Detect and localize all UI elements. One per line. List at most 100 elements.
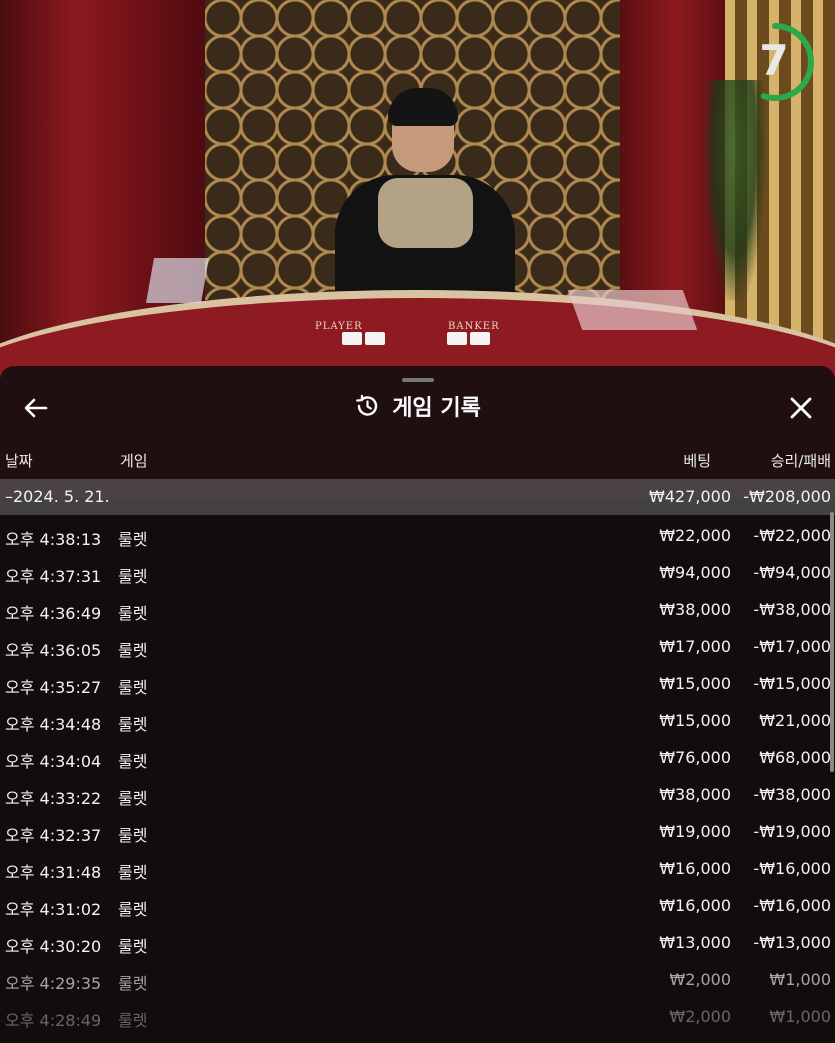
- close-button[interactable]: [785, 392, 817, 424]
- row-bet: ₩2,000: [669, 970, 731, 989]
- row-bet: ₩2,000: [669, 1007, 731, 1026]
- playing-card: [365, 332, 385, 345]
- betting-countdown: 7: [736, 18, 819, 106]
- row-winloss: -₩16,000: [753, 896, 831, 915]
- column-headers: 날짜 게임 베팅 승리/패배: [0, 450, 835, 472]
- row-winloss: -₩38,000: [753, 600, 831, 619]
- card-shoe: [146, 258, 209, 303]
- game-history-panel: 게임 기록 날짜 게임 베팅 승리/패배 –2024. 5. 21. ₩427,…: [0, 366, 835, 1043]
- history-row[interactable]: 오후 4:34:04 룰렛 ₩76,000 ₩68,000: [0, 740, 835, 777]
- playing-card: [447, 332, 467, 345]
- row-bet: ₩13,000: [659, 933, 731, 952]
- playing-card: [342, 332, 362, 345]
- playing-card: [470, 332, 490, 345]
- row-time: 오후 4:35:27: [5, 678, 102, 697]
- discard-tray: [567, 290, 698, 330]
- row-game: 룰렛: [118, 789, 148, 808]
- row-bet: ₩22,000: [659, 526, 731, 545]
- row-game: 룰렛: [118, 937, 148, 956]
- date-group-bet-total: ₩427,000: [649, 487, 731, 506]
- row-game: 룰렛: [118, 530, 148, 549]
- row-winloss: -₩15,000: [753, 674, 831, 693]
- history-row[interactable]: 오후 4:31:02 룰렛 ₩16,000 -₩16,000: [0, 888, 835, 925]
- row-bet: ₩19,000: [659, 822, 731, 841]
- row-winloss: ₩1,000: [769, 1007, 831, 1026]
- row-bet: ₩16,000: [659, 896, 731, 915]
- date-group-label: –2024. 5. 21.: [5, 487, 110, 506]
- row-game: 룰렛: [118, 715, 148, 734]
- row-bet: ₩38,000: [659, 600, 731, 619]
- row-time: 오후 4:37:31: [5, 567, 102, 586]
- row-bet: ₩17,000: [659, 637, 731, 656]
- history-row[interactable]: 오후 4:38:13 룰렛 ₩22,000 -₩22,000: [0, 518, 835, 555]
- dealer-vest: [378, 178, 473, 248]
- history-row[interactable]: 오후 4:36:49 룰렛 ₩38,000 -₩38,000: [0, 592, 835, 629]
- panel-title: 게임 기록: [392, 396, 481, 421]
- close-icon: [790, 397, 812, 419]
- row-time: 오후 4:28:49: [5, 1011, 102, 1030]
- row-game: 룰렛: [118, 900, 148, 919]
- row-bet: ₩76,000: [659, 748, 731, 767]
- row-winloss: -₩16,000: [753, 859, 831, 878]
- history-list[interactable]: –2024. 5. 21. ₩427,000 -₩208,000 오후 4:38…: [0, 479, 835, 1036]
- date-group-row[interactable]: –2024. 5. 21. ₩427,000 -₩208,000: [0, 479, 835, 515]
- row-winloss: -₩38,000: [753, 785, 831, 804]
- history-row[interactable]: 오후 4:29:35 룰렛 ₩2,000 ₩1,000: [0, 962, 835, 999]
- player-area-label: PLAYER: [315, 321, 363, 332]
- history-row[interactable]: 오후 4:36:05 룰렛 ₩17,000 -₩17,000: [0, 629, 835, 666]
- row-time: 오후 4:31:02: [5, 900, 102, 919]
- row-game: 룰렛: [118, 974, 148, 993]
- hanging-plant: [705, 80, 765, 300]
- row-time: 오후 4:38:13: [5, 530, 102, 549]
- row-time: 오후 4:36:49: [5, 604, 102, 623]
- row-game: 룰렛: [118, 1011, 148, 1030]
- row-bet: ₩94,000: [659, 563, 731, 582]
- history-icon: [356, 394, 378, 416]
- row-game: 룰렛: [118, 863, 148, 882]
- history-row[interactable]: 오후 4:32:37 룰렛 ₩19,000 -₩19,000: [0, 814, 835, 851]
- row-winloss: -₩19,000: [753, 822, 831, 841]
- history-row[interactable]: 오후 4:28:49 룰렛 ₩2,000 ₩1,000: [0, 999, 835, 1036]
- player-cards: [342, 332, 385, 345]
- scrollbar[interactable]: [830, 512, 834, 772]
- row-time: 오후 4:36:05: [5, 641, 102, 660]
- row-winloss: -₩22,000: [753, 526, 831, 545]
- row-bet: ₩15,000: [659, 711, 731, 730]
- history-row[interactable]: 오후 4:33:22 룰렛 ₩38,000 -₩38,000: [0, 777, 835, 814]
- row-time: 오후 4:34:04: [5, 752, 102, 771]
- history-row[interactable]: 오후 4:31:48 룰렛 ₩16,000 -₩16,000: [0, 851, 835, 888]
- row-time: 오후 4:33:22: [5, 789, 102, 808]
- row-time: 오후 4:29:35: [5, 974, 102, 993]
- row-time: 오후 4:32:37: [5, 826, 102, 845]
- row-bet: ₩15,000: [659, 674, 731, 693]
- history-row[interactable]: 오후 4:37:31 룰렛 ₩94,000 -₩94,000: [0, 555, 835, 592]
- row-game: 룰렛: [118, 641, 148, 660]
- row-winloss: -₩13,000: [753, 933, 831, 952]
- row-game: 룰렛: [118, 678, 148, 697]
- drag-handle[interactable]: [402, 378, 434, 382]
- row-time: 오후 4:30:20: [5, 937, 102, 956]
- row-time: 오후 4:34:48: [5, 715, 102, 734]
- history-row[interactable]: 오후 4:34:48 룰렛 ₩15,000 ₩21,000: [0, 703, 835, 740]
- column-header-date: 날짜: [5, 452, 33, 470]
- row-game: 룰렛: [118, 604, 148, 623]
- row-winloss: ₩1,000: [769, 970, 831, 989]
- column-header-winloss: 승리/패배: [770, 452, 831, 470]
- date-group-winloss-total: -₩208,000: [743, 487, 831, 506]
- history-row[interactable]: 오후 4:30:20 룰렛 ₩13,000 -₩13,000: [0, 925, 835, 962]
- panel-header: 게임 기록: [0, 390, 835, 423]
- row-bet: ₩16,000: [659, 859, 731, 878]
- row-winloss: -₩17,000: [753, 637, 831, 656]
- row-winloss: -₩94,000: [753, 563, 831, 582]
- history-row[interactable]: 오후 4:35:27 룰렛 ₩15,000 -₩15,000: [0, 666, 835, 703]
- row-game: 룰렛: [118, 752, 148, 771]
- column-header-bet: 베팅: [683, 452, 711, 470]
- row-winloss: ₩21,000: [759, 711, 831, 730]
- row-bet: ₩38,000: [659, 785, 731, 804]
- banker-area-label: BANKER: [448, 321, 500, 332]
- row-game: 룰렛: [118, 567, 148, 586]
- column-header-game: 게임: [120, 452, 148, 470]
- row-time: 오후 4:31:48: [5, 863, 102, 882]
- banker-cards: [447, 332, 490, 345]
- countdown-value: 7: [759, 36, 789, 85]
